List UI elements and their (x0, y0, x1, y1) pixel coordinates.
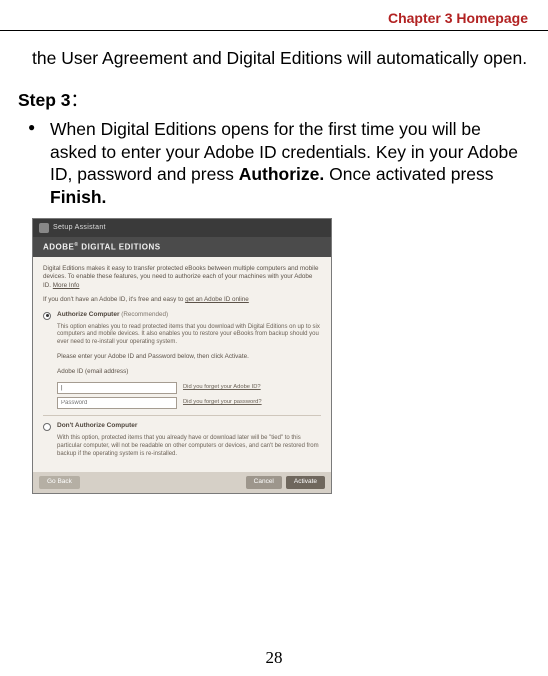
password-input[interactable] (57, 397, 177, 409)
step-colon: ： (71, 90, 89, 110)
intro-text: Digital Editions makes it easy to transf… (43, 265, 318, 289)
radio-dont-authorize[interactable] (43, 423, 51, 431)
radio-authorize[interactable] (43, 312, 51, 320)
ade-logo-bar: ADOBE® DIGITAL EDITIONS (33, 237, 331, 257)
window-title: Setup Assistant (53, 224, 106, 231)
enter-credentials-label: Please enter your Adobe ID and Password … (57, 353, 321, 362)
option-divider (43, 415, 321, 416)
authorize-word: Authorize. (239, 164, 325, 184)
page-content: the User Agreement and Digital Editions … (0, 31, 548, 494)
noacct-text: If you don't have an Adobe ID, it's free… (43, 296, 185, 303)
logo-tail: DIGITAL EDITIONS (79, 243, 161, 252)
step-bullets: When Digital Editions opens for the firs… (32, 118, 530, 208)
window-icon (39, 223, 49, 233)
intro-paragraph: Digital Editions makes it easy to transf… (43, 265, 321, 291)
ade-body: Digital Editions makes it easy to transf… (33, 257, 331, 473)
step-number: Step 3 (18, 90, 71, 110)
opt2-description: With this option, protected items that y… (57, 435, 321, 458)
bullet-item: When Digital Editions opens for the firs… (32, 118, 530, 208)
noacct-paragraph: If you don't have an Adobe ID, it's free… (43, 296, 321, 305)
button-bar: Go Back Cancel Activate (33, 472, 331, 493)
forgot-password-link[interactable]: Did you forget your password? (183, 399, 262, 407)
option-dont-authorize[interactable]: Don't Authorize Computer (43, 422, 321, 431)
chapter-header: Chapter 3 Homepage (0, 0, 548, 31)
opt1-description: This option enables you to read protecte… (57, 324, 321, 347)
step-label: Step 3： (18, 87, 530, 112)
logo-main: ADOBE (43, 243, 74, 252)
go-back-button[interactable]: Go Back (39, 476, 80, 489)
activate-button[interactable]: Activate (286, 476, 325, 489)
opt1-recommended: (Recommended) (121, 311, 168, 318)
adobe-id-input[interactable] (57, 382, 177, 394)
ade-screenshot: Setup Assistant ADOBE® DIGITAL EDITIONS … (32, 218, 332, 494)
finish-word: Finish. (50, 187, 106, 207)
bullet-text-b: Once activated press (324, 164, 493, 184)
window-titlebar: Setup Assistant (33, 219, 331, 237)
get-adobe-id-link[interactable]: get an Adobe ID online (185, 296, 249, 303)
forgot-id-link[interactable]: Did you forget your Adobe ID? (183, 384, 261, 392)
option-authorize[interactable]: Authorize Computer (Recommended) (43, 311, 321, 320)
opt2-title: Don't Authorize Computer (57, 422, 137, 429)
page-number: 28 (0, 648, 548, 668)
opt1-title: Authorize Computer (57, 311, 119, 318)
lead-paragraph: the User Agreement and Digital Editions … (32, 47, 530, 69)
adobe-id-label: Adobe ID (email address) (57, 368, 321, 377)
more-info-link[interactable]: More Info (53, 282, 80, 289)
cancel-button[interactable]: Cancel (246, 476, 282, 489)
